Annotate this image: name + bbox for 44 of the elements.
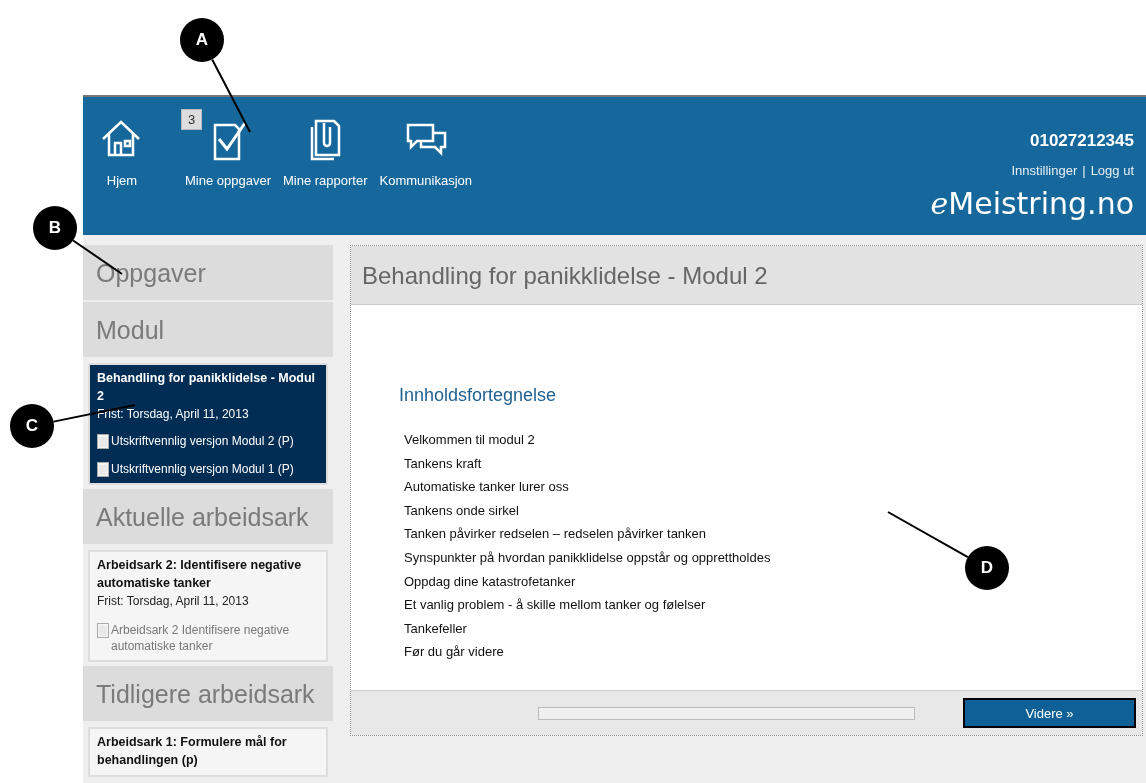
separator: |: [1082, 163, 1086, 178]
callout-marker: C: [10, 404, 54, 448]
file-link[interactable]: Utskriftvennlig versjon Modul 2 (P): [111, 433, 294, 449]
toc-link[interactable]: Før du går videre: [404, 640, 504, 664]
card-title: Arbeidsark 1: Formulere mål for behandlingen (p): [97, 734, 288, 769]
file-link[interactable]: Arbeidsark 2 Identifisere negative automatiske tanker: [111, 622, 319, 654]
nav-link[interactable]: Kommunikasjon: [379, 173, 473, 188]
logo-text: eMeistring.no: [930, 186, 1134, 221]
toc-link[interactable]: Automatiske tanker lurer oss: [404, 475, 569, 499]
document-icon: [97, 462, 109, 477]
section-heading: Oppgaver: [83, 245, 333, 302]
card-title: Behandling for panikklidelse - Modul 2: [97, 370, 317, 405]
section-heading: Modul: [83, 302, 333, 359]
toc-link[interactable]: Oppdag dine katastrofetanker: [404, 569, 576, 594]
callout-marker: B: [33, 206, 77, 250]
header-link[interactable]: Logg ut: [1090, 163, 1134, 178]
toc-link[interactable]: Tankefeller: [404, 616, 467, 641]
task-card[interactable]: Arbeidsark 2: Identifisere negative automatiske tanker Frist: Torsdag, April 11, 2013 Arbeidsark 2 Identifisere negative automatiske tanker: [88, 550, 328, 662]
section-heading: Tidligere arbeidsark: [83, 666, 333, 723]
toc-link[interactable]: Tankens onde sirkel: [404, 498, 519, 523]
task-card[interactable]: Behandling for panikklidelse - Modul 2 Frist: Torsdag, April 11, 2013 Utskriftvennlig versjon Modul 2 (P) Utskriftvennlig versjon Modul 1 (P): [88, 363, 328, 485]
nav-link[interactable]: Mine rapporter: [283, 173, 368, 188]
nav-link[interactable]: Hjem: [106, 173, 138, 188]
due-date: Frist: Torsdag, April 11, 2013: [97, 407, 250, 421]
header-link[interactable]: Innstillinger: [1011, 163, 1078, 178]
toc-link[interactable]: Et vanlig problem - å skille mellom tanker og følelser: [404, 593, 706, 617]
due-date: Frist: Torsdag, April 11, 2013: [97, 594, 250, 608]
toc-link[interactable]: Tanken påvirker redselen – redselen påvirker tanken: [404, 522, 707, 546]
user-id: 01027212345: [1030, 131, 1134, 151]
nav-link[interactable]: Mine oppgaver: [185, 173, 271, 188]
next-button[interactable]: Videre »: [963, 698, 1136, 728]
toc-heading: Innholdsfortegnelse: [399, 385, 557, 406]
toc-link[interactable]: Synspunkter på hvordan panikklidelse oppstår og opprettholdes: [404, 545, 771, 570]
toc-link[interactable]: Velkommen til modul 2: [404, 428, 535, 452]
section-heading: Aktuelle arbeidsark: [83, 489, 333, 546]
count-badge: 3: [181, 109, 203, 130]
callout-marker: A: [180, 18, 224, 62]
document-icon: [97, 434, 109, 449]
task-card[interactable]: Arbeidsark 1: Formulere mål for behandlingen (p): [88, 727, 328, 777]
toc-link[interactable]: Tankens kraft: [404, 451, 482, 476]
file-link[interactable]: Utskriftvennlig versjon Modul 1 (P): [111, 461, 294, 477]
card-title: Arbeidsark 2: Identifisere negative automatiske tanker: [97, 557, 303, 592]
page-title: Behandling for panikklidelse - Modul 2: [351, 246, 1142, 305]
document-icon: [97, 623, 109, 638]
